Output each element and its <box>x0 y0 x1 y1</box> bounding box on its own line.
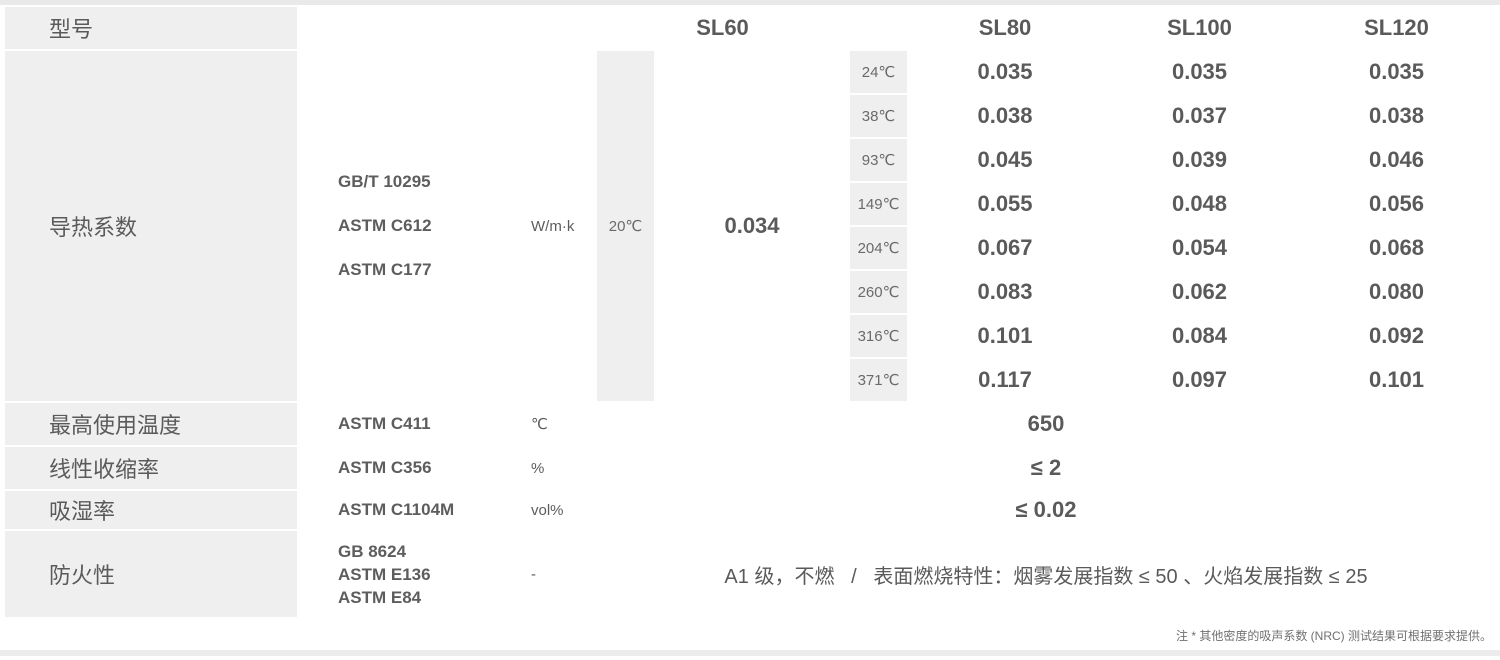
sl100-cell: 0.097 <box>1103 359 1296 401</box>
thermal-standard: ASTM C612 <box>338 216 432 235</box>
sl120-cell: 0.080 <box>1298 271 1495 313</box>
sl120-cell: 0.068 <box>1298 227 1495 269</box>
fire-standard: GB 8624 <box>338 541 407 561</box>
fire-standard: ASTM E136 <box>338 564 431 584</box>
sl100-cell: 0.084 <box>1103 315 1296 357</box>
row-temp: 316℃ <box>850 315 907 357</box>
sl120-cell: 0.046 <box>1298 139 1495 181</box>
sl100-cell: 0.062 <box>1103 271 1296 313</box>
row-temp: 149℃ <box>850 183 907 225</box>
thermal-standards: GB/T 10295 ASTM C612 ASTM C177 <box>299 51 512 401</box>
sl80-cell: 0.035 <box>909 51 1101 93</box>
thermal-standard: ASTM C177 <box>338 260 432 279</box>
model-header-label: 型号 <box>5 7 297 49</box>
sl80-cell: 0.055 <box>909 183 1101 225</box>
model-sl80-header: SL80 <box>909 7 1101 49</box>
row-temp: 260℃ <box>850 271 907 313</box>
max-temp-unit: ℃ <box>514 403 595 445</box>
model-sl60-header: SL60 <box>597 7 848 49</box>
sl80-cell: 0.117 <box>909 359 1101 401</box>
row-temp: 24℃ <box>850 51 907 93</box>
row-temp: 204℃ <box>850 227 907 269</box>
sl100-cell: 0.048 <box>1103 183 1296 225</box>
moisture-unit: vol% <box>514 491 595 529</box>
shrinkage-value: ≤ 2 <box>597 447 1495 489</box>
fire-label: 防火性 <box>5 531 297 617</box>
sl120-cell: 0.092 <box>1298 315 1495 357</box>
sl120-cell: 0.038 <box>1298 95 1495 137</box>
moisture-label: 吸湿率 <box>5 491 297 529</box>
sl100-cell: 0.054 <box>1103 227 1296 269</box>
sl80-cell: 0.083 <box>909 271 1101 313</box>
shrinkage-unit: % <box>514 447 595 489</box>
max-temp-label: 最高使用温度 <box>5 403 297 445</box>
bottom-rule <box>0 650 1500 656</box>
model-sl100-header: SL100 <box>1103 7 1296 49</box>
sl100-cell: 0.035 <box>1103 51 1296 93</box>
fire-unit: - <box>514 531 595 617</box>
header-temp-blank <box>850 7 907 49</box>
row-temp: 371℃ <box>850 359 907 401</box>
sl120-cell: 0.101 <box>1298 359 1495 401</box>
max-temp-standard: ASTM C411 <box>299 403 512 445</box>
top-rule <box>0 0 1500 5</box>
moisture-standard: ASTM C1104M <box>299 491 512 529</box>
max-temp-value: 650 <box>597 403 1495 445</box>
row-temp: 93℃ <box>850 139 907 181</box>
sl100-cell: 0.039 <box>1103 139 1296 181</box>
row-temp: 38℃ <box>850 95 907 137</box>
sl60-value: 0.034 <box>656 51 848 401</box>
model-sl120-header: SL120 <box>1298 7 1495 49</box>
sl80-cell: 0.101 <box>909 315 1101 357</box>
sl80-cell: 0.067 <box>909 227 1101 269</box>
shrinkage-standard: ASTM C356 <box>299 447 512 489</box>
fire-value: A1 级，不燃 / 表面燃烧特性：烟雾发展指数 ≤ 50 、火焰发展指数 ≤ 2… <box>597 531 1495 617</box>
sl60-temp: 20℃ <box>597 51 654 401</box>
sl120-cell: 0.035 <box>1298 51 1495 93</box>
moisture-value: ≤ 0.02 <box>597 491 1495 529</box>
thermal-unit: W/m·k <box>514 51 595 401</box>
header-blank-cell <box>299 7 595 49</box>
fire-standards: GB 8624 ASTM E136 ASTM E84 <box>299 531 512 617</box>
sl100-cell: 0.037 <box>1103 95 1296 137</box>
sl120-cell: 0.056 <box>1298 183 1495 225</box>
sl80-cell: 0.045 <box>909 139 1101 181</box>
thermal-conductivity-label: 导热系数 <box>5 51 297 401</box>
fire-standard: ASTM E84 <box>338 587 422 607</box>
shrinkage-label: 线性收缩率 <box>5 447 297 489</box>
sl80-cell: 0.038 <box>909 95 1101 137</box>
thermal-standard: GB/T 10295 <box>338 172 431 191</box>
footnote: 注 * 其他密度的吸声系数 (NRC) 测试结果可根据要求提供。 <box>1176 629 1492 643</box>
